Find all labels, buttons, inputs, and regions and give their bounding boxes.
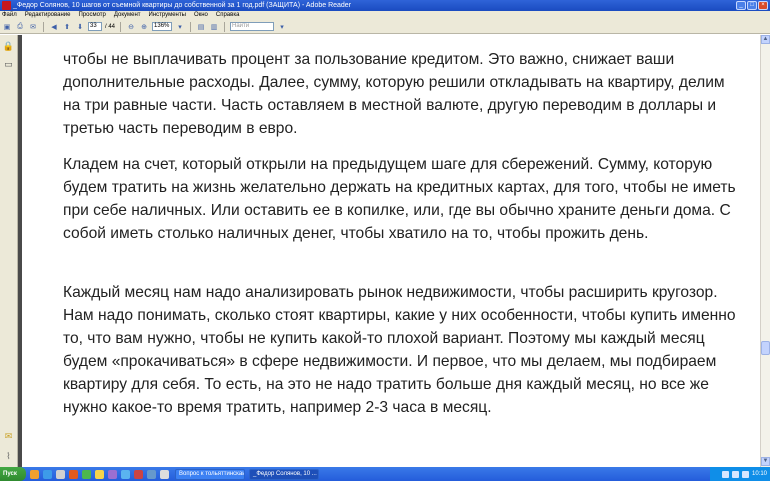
quicklaunch-icon[interactable]: [69, 469, 78, 479]
toolbar-separator: [43, 21, 44, 32]
taskbar-task[interactable]: Вопрос к тольяттинскаи...: [175, 468, 245, 480]
zoom-dropdown-icon[interactable]: ▾: [175, 22, 185, 32]
menu-view[interactable]: Просмотр: [78, 11, 105, 20]
scroll-up-arrow-icon[interactable]: ▲: [761, 35, 770, 44]
lock-icon[interactable]: 🔒: [3, 41, 14, 52]
scroll-down-arrow-icon[interactable]: ▼: [761, 457, 770, 466]
find-input[interactable]: Найти: [230, 22, 275, 31]
scroll-thumb[interactable]: [761, 341, 770, 355]
menu-help[interactable]: Справка: [216, 11, 240, 20]
save-icon[interactable]: ▣: [2, 22, 12, 32]
attachments-icon[interactable]: ⌇: [3, 451, 14, 462]
window-titlebar: _Федор Солянов, 10 шагов от съемной квар…: [0, 0, 770, 11]
page-total: / 44: [105, 23, 116, 30]
email-icon[interactable]: ✉: [28, 22, 38, 32]
toolbar-separator: [120, 21, 122, 32]
quicklaunch-icon[interactable]: [95, 469, 104, 479]
back-icon[interactable]: ◀: [49, 22, 59, 32]
close-button[interactable]: ×: [758, 1, 768, 10]
window-controls: _ □ ×: [736, 1, 768, 10]
maximize-button[interactable]: □: [747, 1, 757, 10]
menu-window[interactable]: Окно: [194, 11, 208, 20]
quicklaunch-icon[interactable]: [147, 469, 156, 479]
quicklaunch-icon[interactable]: [160, 469, 169, 479]
window-title: _Федор Солянов, 10 шагов от съемной квар…: [13, 2, 352, 9]
navigation-pane: 🔒 ▭ ✉ ⌇: [0, 35, 18, 467]
menu-document[interactable]: Документ: [114, 11, 141, 20]
quicklaunch-icon[interactable]: [82, 469, 91, 479]
toolbar-separator: [224, 21, 226, 32]
start-label: Пуск: [3, 471, 17, 477]
zoom-out-icon[interactable]: ⊖: [126, 22, 136, 32]
zoom-level-input[interactable]: 136%: [152, 22, 173, 31]
quicklaunch-icon[interactable]: [30, 469, 39, 479]
fit-page-icon[interactable]: ▤: [196, 22, 206, 32]
toolbar-separator: [190, 21, 192, 32]
document-paragraph: Каждый месяц нам надо анализировать рыно…: [63, 284, 736, 416]
taskbar: Пуск Вопрос к тольяттинскаи... _Федор Со…: [0, 467, 770, 481]
document-paragraph: чтобы не выплачивать процент за пользова…: [63, 51, 725, 137]
previous-page-icon[interactable]: ⬆: [62, 22, 72, 32]
system-tray: 10:10: [710, 467, 770, 481]
quicklaunch-icon[interactable]: [43, 469, 52, 479]
page-number-input[interactable]: 33: [88, 22, 102, 31]
quicklaunch-icon[interactable]: [108, 469, 117, 479]
minimize-button[interactable]: _: [736, 1, 746, 10]
menu-bar: Файл Редактирование Просмотр Документ Ин…: [0, 11, 770, 20]
quicklaunch-icon[interactable]: [56, 469, 65, 479]
tray-icon[interactable]: [741, 470, 749, 478]
menu-file[interactable]: Файл: [2, 11, 17, 20]
menu-edit[interactable]: Редактирование: [25, 11, 71, 20]
pages-icon[interactable]: ▭: [3, 59, 14, 70]
tray-icon[interactable]: [721, 470, 729, 478]
quicklaunch-icon[interactable]: [134, 469, 143, 479]
quicklaunch-icon[interactable]: [121, 469, 130, 479]
fit-width-icon[interactable]: ▥: [209, 22, 219, 32]
vertical-scrollbar[interactable]: ▲ ▼: [760, 35, 770, 467]
find-dropdown-icon[interactable]: ▾: [277, 22, 287, 32]
tray-icon[interactable]: [731, 470, 739, 478]
document-paragraph: Кладем на счет, который открыли на преды…: [63, 156, 736, 242]
print-icon[interactable]: ⎙: [15, 22, 25, 32]
document-view[interactable]: чтобы не выплачивать процент за пользова…: [22, 35, 760, 467]
zoom-in-icon[interactable]: ⊕: [139, 22, 149, 32]
clock[interactable]: 10:10: [752, 471, 767, 477]
next-page-icon[interactable]: ⬇: [75, 22, 85, 32]
comments-icon[interactable]: ✉: [3, 431, 14, 442]
adobe-reader-icon: [2, 1, 11, 10]
menu-tools[interactable]: Инструменты: [149, 11, 186, 20]
start-button[interactable]: Пуск: [0, 467, 26, 481]
toolbar: ▣ ⎙ ✉ ◀ ⬆ ⬇ 33 / 44 ⊖ ⊕ 136% ▾ ▤ ▥ Найти…: [0, 20, 770, 34]
taskbar-task-active[interactable]: _Федор Солянов, 10 ...: [249, 468, 319, 480]
